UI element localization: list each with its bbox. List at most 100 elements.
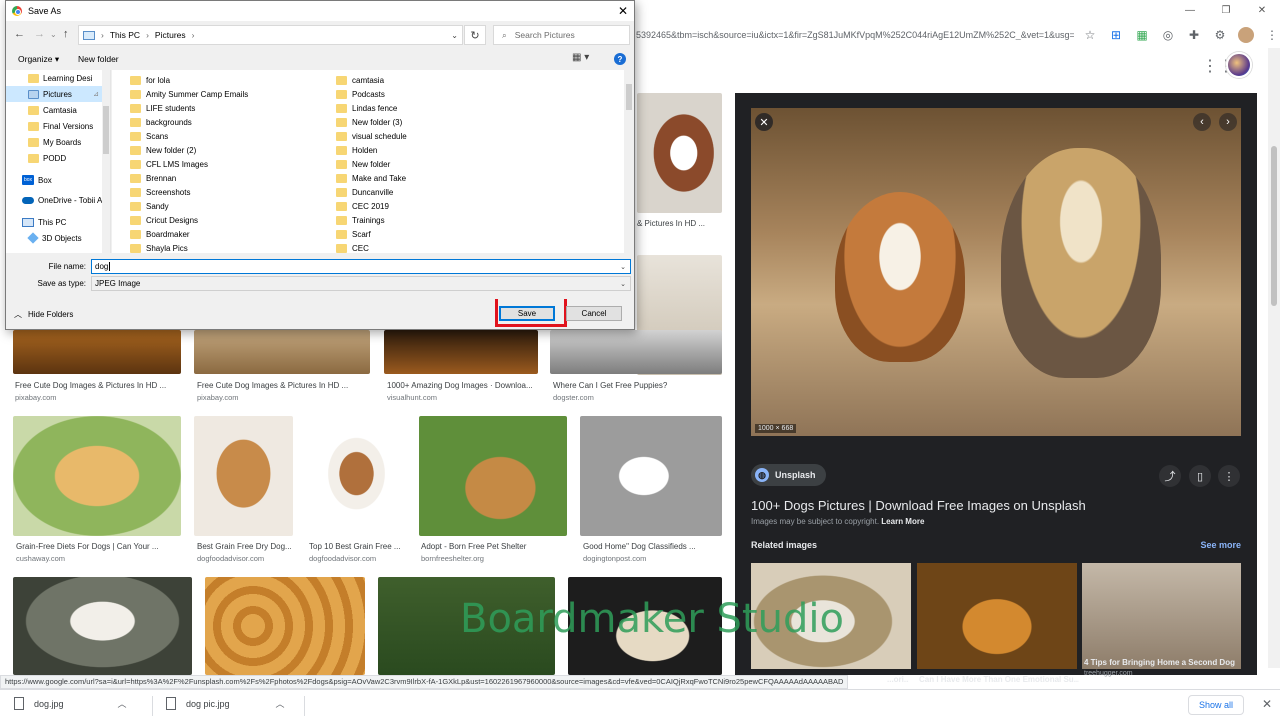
view-options-icon[interactable]: ▦ ▾	[572, 52, 589, 63]
search-input[interactable]: ⌕ Search Pictures	[493, 25, 630, 45]
folder-item[interactable]: for lola	[130, 73, 170, 87]
close-icon[interactable]: ✕	[1262, 697, 1272, 711]
folder-item[interactable]: Scans	[130, 129, 168, 143]
folder-item[interactable]: Cricut Designs	[130, 213, 198, 227]
folder-item[interactable]: Shayla Pics	[130, 241, 188, 253]
bookmark-star-icon[interactable]: ☆	[1082, 27, 1098, 43]
windows-extension-icon[interactable]: ⊞	[1108, 27, 1124, 43]
folder-item[interactable]: Trainings	[336, 213, 385, 227]
related-caption[interactable]: Can I Have More Than One Emotional Su...	[919, 675, 1079, 684]
result-image-3[interactable]	[384, 330, 538, 374]
folder-item[interactable]: camtasia	[336, 73, 384, 87]
menu-dots-icon[interactable]: ⋮	[1264, 27, 1280, 43]
folder-item[interactable]: New folder	[336, 157, 390, 171]
result-image-5[interactable]	[13, 416, 181, 536]
up-arrow-icon[interactable]: ↑	[63, 28, 69, 40]
result-image-11[interactable]	[205, 577, 365, 675]
nav-item-camtasia[interactable]: Camtasia	[6, 102, 103, 118]
hide-folders-toggle[interactable]: ︿ Hide Folders	[14, 309, 73, 320]
result-title[interactable]: Where Can I Get Free Puppies?	[553, 381, 667, 390]
nav-item-box[interactable]: box Box	[6, 172, 103, 188]
breadcrumb-item[interactable]: This PC	[110, 30, 140, 40]
chevron-down-icon[interactable]: ⌄	[620, 263, 626, 271]
nav-item-this-pc[interactable]: This PC	[6, 214, 103, 230]
related-caption[interactable]: ...ori...	[887, 675, 909, 684]
folder-item[interactable]: LIFE students	[130, 101, 195, 115]
share-icon[interactable]: ⤴	[1159, 465, 1181, 487]
result-image-7[interactable]	[307, 416, 406, 536]
previous-icon[interactable]: ‹	[1193, 113, 1211, 131]
circle-extension-icon[interactable]: ◎	[1160, 27, 1176, 43]
breadcrumb-item[interactable]: Pictures	[155, 30, 186, 40]
folder-item[interactable]: Amity Summer Camp Emails	[130, 87, 248, 101]
page-scrollbar[interactable]	[1268, 48, 1280, 668]
close-window-icon[interactable]: ✕	[1244, 0, 1280, 20]
organize-button[interactable]: Organize ▾	[18, 54, 59, 65]
folder-item[interactable]: CEC 2019	[336, 199, 389, 213]
result-image-6[interactable]	[194, 416, 293, 536]
result-title[interactable]: Grain-Free Diets For Dogs | Can Your ...	[16, 542, 159, 551]
folder-item[interactable]: Lindas fence	[336, 101, 397, 115]
result-title[interactable]: Free Cute Dog Images & Pictures In HD ..…	[15, 381, 166, 390]
nav-item-my-boards[interactable]: My Boards	[6, 134, 103, 150]
folder-item[interactable]: Screenshots	[130, 185, 190, 199]
profile-icon[interactable]	[1238, 27, 1254, 43]
recent-dropdown-icon[interactable]: ⌄	[50, 30, 57, 39]
folder-item[interactable]: Podcasts	[336, 87, 385, 101]
result-title[interactable]: Good Home" Dog Classifieds ...	[583, 542, 696, 551]
result-image-9[interactable]	[580, 416, 722, 536]
result-image-10[interactable]	[13, 577, 192, 675]
path-breadcrumb[interactable]: › This PC › Pictures › ⌄	[78, 25, 463, 45]
file-list[interactable]: for lola Amity Summer Camp Emails LIFE stu…	[112, 70, 634, 253]
nav-pane-scrollbar[interactable]	[102, 70, 110, 253]
folder-item[interactable]: New folder (2)	[130, 143, 196, 157]
folder-item[interactable]: CFL LMS Images	[130, 157, 208, 171]
result-image-4[interactable]	[550, 330, 722, 374]
nav-item-learning-design[interactable]: Learning Desi	[6, 70, 103, 86]
download-item[interactable]: dog.jpg ︿	[14, 697, 127, 710]
new-folder-button[interactable]: New folder	[78, 54, 119, 64]
chevron-down-icon[interactable]: ⌄	[451, 31, 458, 40]
more-options-icon[interactable]: ⋮	[1218, 465, 1240, 487]
nav-item-final-versions[interactable]: Final Versions	[6, 118, 103, 134]
result-image-8[interactable]	[419, 416, 567, 536]
preview-image[interactable]	[751, 108, 1241, 436]
nav-item-pictures[interactable]: Pictures ⊿	[6, 86, 103, 102]
see-more-link[interactable]: See more	[1200, 540, 1241, 550]
source-chip[interactable]: ◍ Unsplash	[751, 464, 826, 486]
chevron-up-icon[interactable]: ︿	[276, 697, 285, 710]
result-title[interactable]: 1000+ Amazing Dog Images · Downloa...	[387, 381, 533, 390]
chevron-down-icon[interactable]: ⌄	[620, 280, 626, 288]
refresh-icon[interactable]: ↻	[464, 25, 486, 45]
file-name-field[interactable]: dog ⌄	[91, 259, 631, 274]
help-icon[interactable]: ?	[614, 53, 626, 65]
close-icon[interactable]: ✕	[618, 4, 628, 18]
back-arrow-icon[interactable]: ←	[14, 28, 25, 40]
learn-more-link[interactable]: Learn More	[881, 517, 924, 526]
url-text[interactable]: 5392465&tbm=isch&source=iu&ictx=1&fir=Zg…	[636, 30, 1074, 40]
folder-item[interactable]: backgrounds	[130, 115, 192, 129]
puzzle-extension-icon[interactable]: ✚	[1186, 27, 1202, 43]
account-avatar[interactable]	[1226, 52, 1252, 78]
result-image-2[interactable]	[194, 330, 370, 374]
nav-item-onedrive[interactable]: OneDrive - Tobii A	[6, 192, 103, 208]
nav-item-podd[interactable]: PODD	[6, 150, 103, 166]
related-caption[interactable]: 4 Tips for Bringing Home a Second Dog	[1084, 658, 1244, 667]
folder-item[interactable]: Boardmaker	[130, 227, 190, 241]
save-button[interactable]: Save	[499, 306, 555, 321]
result-title-partial[interactable]: & Pictures In HD ...	[637, 219, 705, 228]
chevron-up-icon[interactable]: ︿	[118, 697, 127, 710]
folder-item[interactable]: CEC	[336, 241, 369, 253]
folder-item[interactable]: Holden	[336, 143, 377, 157]
navigation-pane[interactable]: Learning Desi Pictures ⊿ Camtasia Final …	[6, 70, 111, 253]
next-icon[interactable]: ›	[1219, 113, 1237, 131]
folder-item[interactable]: visual schedule	[336, 129, 407, 143]
nav-item-3d-objects[interactable]: 3D Objects	[6, 230, 103, 246]
green-extension-icon[interactable]: ▦	[1134, 27, 1150, 43]
folder-item[interactable]: Scarf	[336, 227, 371, 241]
folder-item[interactable]: New folder (3)	[336, 115, 402, 129]
show-all-button[interactable]: Show all	[1187, 695, 1244, 715]
settings-extension-icon[interactable]: ⚙	[1212, 27, 1228, 43]
result-image-top[interactable]	[637, 93, 722, 213]
result-title[interactable]: Best Grain Free Dry Dog...	[197, 542, 292, 551]
